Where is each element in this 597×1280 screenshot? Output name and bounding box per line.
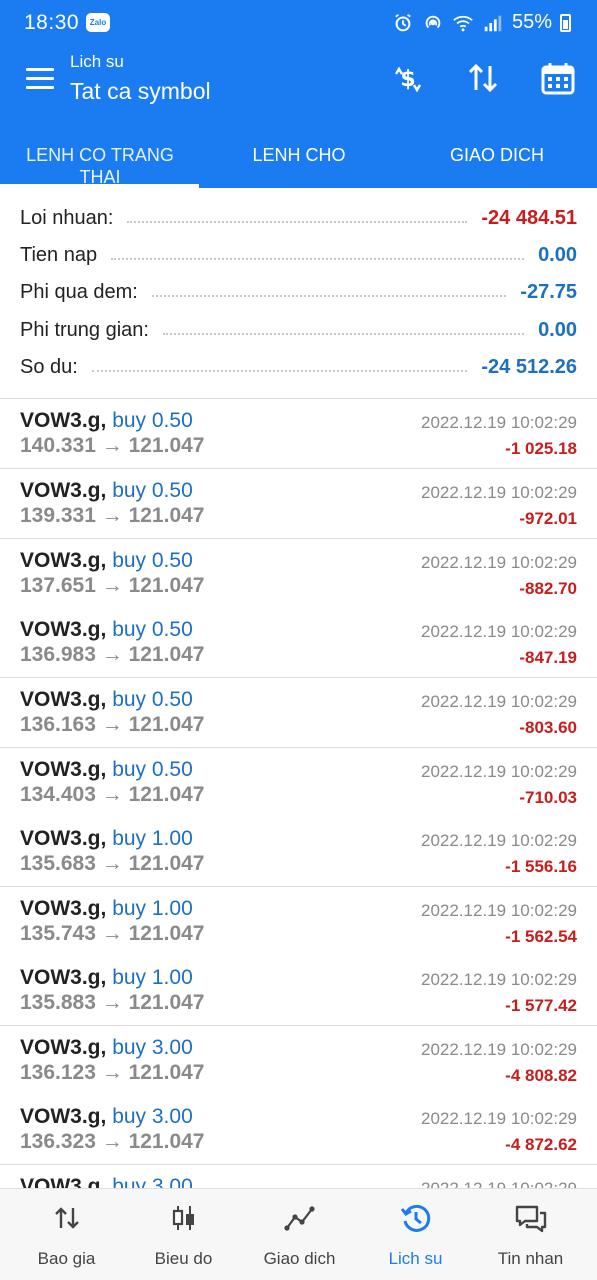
tab-orders[interactable]: LENH CHO (219, 144, 379, 166)
nav-messages[interactable]: Tin nhan (471, 1189, 590, 1280)
deal-row-partial[interactable]: VOW3.g, buy 3.00 2022.12.19 10:02:29 (0, 1165, 597, 1188)
header-subtitle: Lich su (70, 52, 124, 71)
summary-balance: So du: -24 512.26 (20, 355, 577, 378)
history-clock-icon (400, 1204, 430, 1232)
candlestick-chart-icon (172, 1206, 194, 1230)
nav-history[interactable]: Lich su (356, 1189, 475, 1280)
deal-row[interactable]: VOW3.g, buy 0.50 136.983 → 121.047 2022.… (0, 608, 597, 678)
deal-row[interactable]: VOW3.g, buy 1.00 135.683 → 121.047 2022.… (0, 817, 597, 887)
hamburger-menu-icon[interactable] (26, 68, 54, 90)
deal-row[interactable]: VOW3.g, buy 1.00 135.743 → 121.047 2022.… (0, 887, 597, 957)
tab-deals[interactable]: GIAO DICH (417, 144, 577, 166)
hotspot-icon (425, 15, 441, 28)
deal-row[interactable]: VOW3.g, buy 0.50 139.331 → 121.047 2022.… (0, 469, 597, 539)
nav-quotes[interactable]: Bao gia (7, 1189, 126, 1280)
signal-icon (484, 15, 502, 31)
quotes-arrows-icon (54, 1207, 79, 1229)
chat-bubbles-icon (515, 1205, 546, 1233)
sort-arrows-icon[interactable] (465, 60, 501, 96)
nav-chart[interactable]: Bieu do (124, 1189, 243, 1280)
status-bar: 18:30 Zalo 55% (0, 0, 597, 46)
calendar-icon[interactable] (540, 60, 576, 96)
history-summary: Loi nhuan: -24 484.51 Tien nap 0.00 Phi … (0, 188, 597, 399)
battery-percent: 55% (511, 11, 552, 33)
deal-row[interactable]: VOW3.g, buy 3.00 136.123 → 121.047 2022.… (0, 1026, 597, 1096)
status-time: 18:30 (24, 11, 80, 34)
status-icons: 55% (392, 11, 571, 34)
deal-row[interactable]: VOW3.g, buy 0.50 140.331 → 121.047 2022.… (0, 399, 597, 469)
svg-text:$: $ (400, 67, 415, 92)
deal-row[interactable]: VOW3.g, buy 1.00 135.883 → 121.047 2022.… (0, 956, 597, 1026)
deal-row[interactable]: VOW3.g, buy 0.50 137.651 → 121.047 2022.… (0, 539, 597, 609)
trade-line-icon (283, 1206, 315, 1231)
symbol-filter-title[interactable]: Tat ca symbol (70, 78, 211, 105)
summary-swap: Phi qua dem: -27.75 (20, 280, 577, 303)
deal-row[interactable]: VOW3.g, buy 3.00 136.323 → 121.047 2022.… (0, 1095, 597, 1165)
alarm-icon (395, 13, 411, 31)
zalo-notification-icon: Zalo (86, 13, 110, 32)
tab-positions[interactable]: LENH CO TRANG THAI (20, 144, 180, 188)
bottom-navigation: Bao gia Bieu do Giao dich Lich su Tin nh… (0, 1188, 597, 1280)
wifi-icon (453, 15, 473, 31)
deal-row[interactable]: VOW3.g, buy 0.50 136.163 → 121.047 2022.… (0, 678, 597, 748)
summary-commission: Phi trung gian: 0.00 (20, 318, 577, 341)
dollar-exchange-icon[interactable]: $ (390, 60, 426, 96)
app-header: Lich su Tat ca symbol $ (0, 46, 597, 118)
nav-trade[interactable]: Giao dich (240, 1189, 359, 1280)
deal-row[interactable]: VOW3.g, buy 0.50 134.403 → 121.047 2022.… (0, 748, 597, 818)
battery-icon (560, 13, 571, 32)
summary-deposit: Tien nap 0.00 (20, 243, 577, 266)
summary-profit: Loi nhuan: -24 484.51 (20, 206, 577, 229)
tab-bar: LENH CO TRANG THAI LENH CHO GIAO DICH (0, 118, 597, 188)
